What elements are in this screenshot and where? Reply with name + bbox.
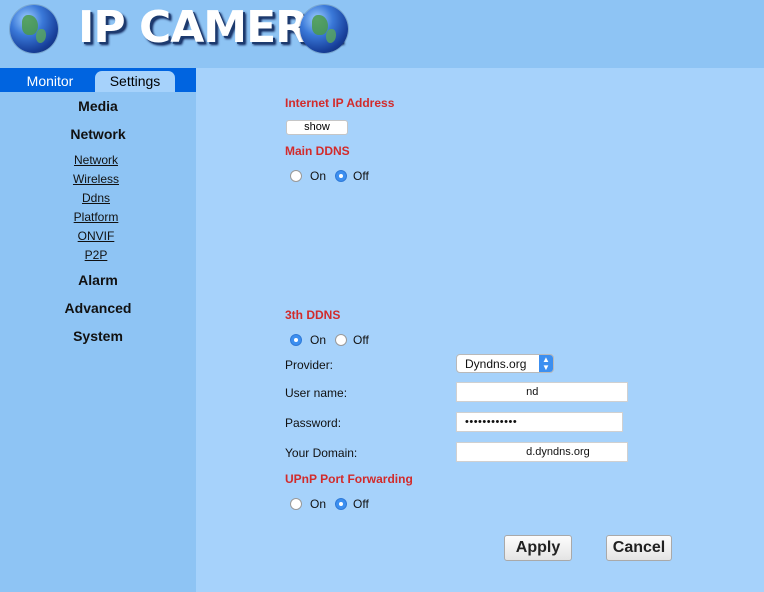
third-ddns-on-label: On xyxy=(310,333,327,347)
tab-bar: Monitor Settings xyxy=(0,68,196,92)
tab-monitor[interactable]: Monitor xyxy=(8,71,92,92)
sidebar: Monitor Settings Media Network Network W… xyxy=(0,68,196,592)
sidebar-item-alarm[interactable]: Alarm xyxy=(0,272,196,288)
sidebar-item-system[interactable]: System xyxy=(0,328,196,344)
sidebar-subitem-onvif[interactable]: ONVIF xyxy=(0,229,192,243)
main-ddns-on-radio[interactable] xyxy=(290,170,302,182)
third-ddns-off-label: Off xyxy=(353,333,369,347)
provider-select[interactable]: Dyndns.org ▲ ▼ xyxy=(456,354,554,373)
upnp-off-label: Off xyxy=(353,497,369,511)
third-ddns-off-radio[interactable] xyxy=(335,334,347,346)
globe-icon xyxy=(10,5,58,53)
main-ddns-off-label: Off xyxy=(353,169,369,183)
provider-value: Dyndns.org xyxy=(465,357,527,371)
main-ddns-title: Main DDNS xyxy=(285,144,350,158)
main-ddns-on-label: On xyxy=(310,169,327,183)
sidebar-item-network[interactable]: Network xyxy=(0,126,196,142)
third-ddns-on-radio[interactable] xyxy=(290,334,302,346)
upnp-off-radio[interactable] xyxy=(335,498,347,510)
provider-label: Provider: xyxy=(285,358,334,372)
tab-settings[interactable]: Settings xyxy=(95,71,175,92)
sidebar-subitem-network[interactable]: Network xyxy=(0,153,192,167)
show-ip-button[interactable]: show xyxy=(286,120,348,135)
globe-icon xyxy=(300,5,348,53)
password-input[interactable]: •••••••••••• xyxy=(456,412,623,432)
select-arrows-icon: ▲ ▼ xyxy=(539,355,553,372)
sidebar-subitem-p2p[interactable]: P2P xyxy=(0,248,192,262)
username-label: User name: xyxy=(285,386,348,400)
password-label: Password: xyxy=(285,416,342,430)
main-ddns-off-radio[interactable] xyxy=(335,170,347,182)
upnp-title: UPnP Port Forwarding xyxy=(285,472,413,486)
sidebar-subitem-platform[interactable]: Platform xyxy=(0,210,192,224)
internet-ip-title: Internet IP Address xyxy=(285,96,395,110)
app-header: IP CAMERA xyxy=(0,0,764,66)
third-ddns-title: 3th DDNS xyxy=(285,308,341,322)
upnp-on-label: On xyxy=(310,497,327,511)
apply-button[interactable]: Apply xyxy=(504,535,572,561)
settings-panel: Internet IP Address show Main DDNS On Of… xyxy=(196,68,764,592)
sidebar-subitem-wireless[interactable]: Wireless xyxy=(0,172,192,186)
sidebar-subitem-ddns[interactable]: Ddns xyxy=(0,191,192,205)
domain-label: Your Domain: xyxy=(285,446,358,460)
sidebar-item-media[interactable]: Media xyxy=(0,98,196,114)
domain-input[interactable]: d.dyndns.org xyxy=(456,442,628,462)
sidebar-item-advanced[interactable]: Advanced xyxy=(0,300,196,316)
cancel-button[interactable]: Cancel xyxy=(606,535,672,561)
username-input[interactable]: nd xyxy=(456,382,628,402)
upnp-on-radio[interactable] xyxy=(290,498,302,510)
